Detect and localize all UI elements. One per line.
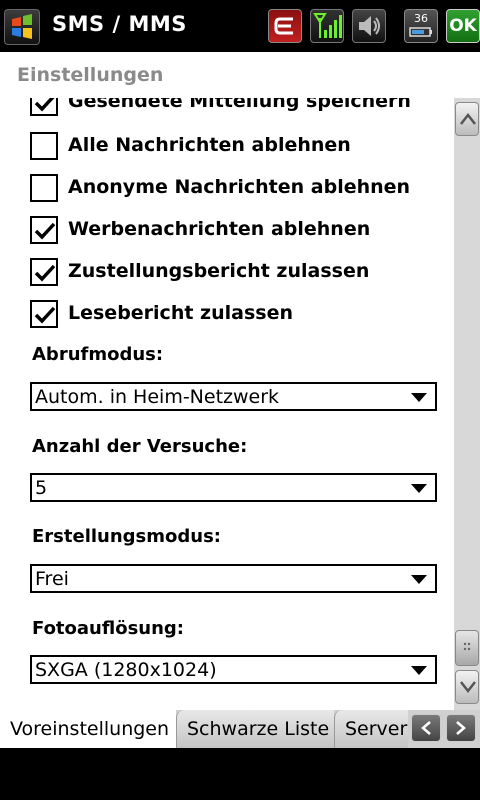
checkbox-label: Lesebericht zulassen [68,302,293,324]
checkbox-label: Zustellungsbericht zulassen [68,260,370,282]
softkey-bar [0,748,480,800]
select-value: 5 [35,477,48,499]
battery-icon[interactable]: 36 [404,9,438,43]
dropdown-arrow-icon [411,575,427,584]
checkbox-label: Anonyme Nachrichten ablehnen [68,176,411,198]
tab-label: Server [345,718,408,740]
windows-start-icon[interactable] [4,9,40,45]
checkbox-read-report[interactable] [30,300,58,328]
retry-count-label: Anzahl der Versuche: [32,436,248,457]
tab-label: Voreinstellungen [10,718,170,740]
checkbox-delivery-report[interactable] [30,258,58,286]
vertical-scrollbar[interactable] [454,98,480,710]
retrieval-mode-label: Abrufmodus: [32,344,164,365]
checkbox-save-sent[interactable] [30,98,58,116]
select-value: Autom. in Heim-Netzwerk [35,386,280,408]
scroll-down-button[interactable] [455,670,479,704]
photo-resolution-label: Fotoauflösung: [32,618,184,639]
settings-panel: Gesendete Mitteilung speichern Alle Nach… [0,98,454,710]
signal-strength-icon[interactable] [310,9,344,43]
select-value: Frei [35,568,69,590]
scroll-thumb[interactable] [455,630,479,666]
page-title: Einstellungen [17,64,164,86]
title-bar: SMS / MMS 36 OK [0,0,480,52]
scroll-up-button[interactable] [455,102,479,136]
tab-blacklist[interactable]: Schwarze Liste [176,710,334,748]
tab-bar: Voreinstellungen Schwarze Liste Server [0,710,480,748]
edge-network-icon[interactable] [268,9,302,43]
checkbox-reject-anonymous[interactable] [30,174,58,202]
photo-resolution-select[interactable]: SXGA (1280x1024) [30,655,437,684]
tab-server[interactable]: Server [334,710,408,748]
checkbox-label: Gesendete Mitteilung speichern [68,98,411,112]
tab-next-button[interactable] [446,714,476,742]
page-header: Einstellungen [0,52,480,100]
tab-prev-button[interactable] [411,714,441,742]
select-value: SXGA (1280x1024) [35,659,217,681]
tab-label: Schwarze Liste [187,718,330,740]
dropdown-arrow-icon [411,666,427,675]
dropdown-arrow-icon [411,484,427,493]
dropdown-arrow-icon [411,393,427,402]
checkbox-reject-ads[interactable] [30,216,58,244]
checkbox-label: Alle Nachrichten ablehnen [68,134,351,156]
ok-button[interactable]: OK [446,9,480,43]
creation-mode-select[interactable]: Frei [30,564,437,593]
retrieval-mode-select[interactable]: Autom. in Heim-Netzwerk [30,382,437,411]
retry-count-select[interactable]: 5 [30,473,437,502]
checkbox-label: Werbenachrichten ablehnen [68,218,371,240]
speaker-icon[interactable] [352,9,386,43]
tab-defaults[interactable]: Voreinstellungen [0,710,176,748]
checkbox-reject-all[interactable] [30,132,58,160]
creation-mode-label: Erstellungsmodus: [32,526,221,547]
app-title: SMS / MMS [52,12,187,36]
